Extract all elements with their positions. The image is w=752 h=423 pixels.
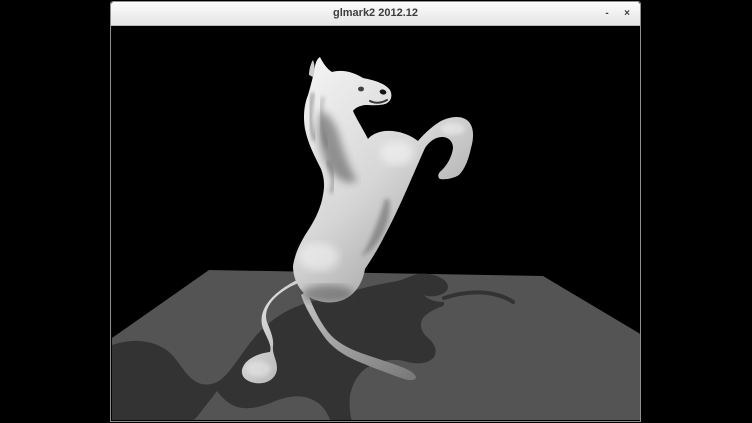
window-titlebar[interactable]: glmark2 2012.12 - × [111,2,640,26]
close-button[interactable]: × [616,2,638,25]
screenshot-root: glmark2 2012.12 - × [0,0,752,423]
minimize-button[interactable]: - [596,2,618,25]
gl-render-viewport [111,26,640,420]
horse-eye [358,87,364,92]
glmark2-window: glmark2 2012.12 - × [110,1,641,422]
window-title: glmark2 2012.12 [111,2,640,25]
scene-canvas [111,26,640,420]
